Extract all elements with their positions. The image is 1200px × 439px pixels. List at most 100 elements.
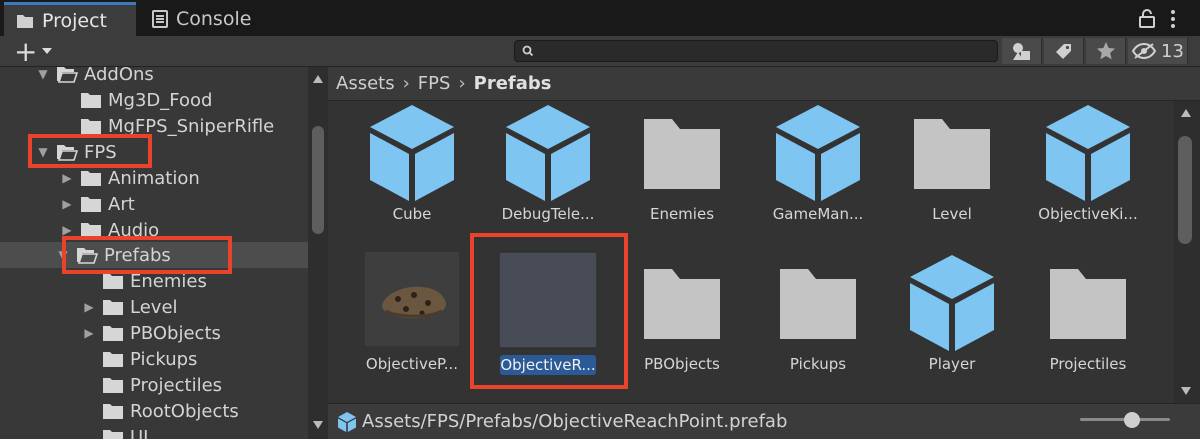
asset-label: DebugTele...: [501, 205, 595, 223]
tree-item-fps[interactable]: ▼ FPS: [0, 139, 308, 165]
tree-item-label: Pickups: [130, 348, 198, 370]
collapsed-arrow-icon[interactable]: ▶: [82, 326, 96, 340]
asset-label: GameMan...: [772, 205, 864, 223]
tree-scrollbar[interactable]: [308, 67, 328, 439]
prefab-icon: [338, 411, 356, 432]
tag-icon: [1055, 44, 1071, 59]
scroll-up-arrow-icon[interactable]: [1180, 108, 1192, 118]
folder-icon: [103, 378, 123, 393]
tab-console[interactable]: Console: [148, 2, 251, 36]
add-button[interactable]: +: [14, 34, 53, 68]
folder-icon: [103, 352, 123, 367]
folder-icon: [81, 93, 101, 108]
tree-item-projectiles[interactable]: Projectiles: [0, 372, 308, 398]
asset-label: Projectiles: [1049, 355, 1127, 373]
folder-icon: [81, 119, 101, 134]
add-button-label: +: [14, 34, 38, 68]
tree-item-label: Audio: [108, 219, 160, 241]
asset-label: Enemies: [649, 205, 715, 223]
scroll-down-arrow-icon[interactable]: [312, 420, 324, 430]
tree-item-level[interactable]: ▶ Level: [0, 294, 308, 320]
breadcrumb-assets[interactable]: Assets: [336, 73, 395, 94]
lock-icon[interactable]: [1138, 8, 1156, 28]
tab-project[interactable]: Project: [4, 2, 136, 36]
expanded-arrow-icon[interactable]: ▼: [36, 145, 50, 159]
tree-item-enemies[interactable]: Enemies: [0, 268, 308, 294]
favorites-button[interactable]: [1086, 38, 1126, 64]
kebab-menu-icon[interactable]: [1168, 8, 1178, 30]
model-preview-thumbnail: [498, 251, 598, 349]
collapsed-arrow-icon[interactable]: ▶: [82, 300, 96, 314]
tree-item-animation[interactable]: ▶ Animation: [0, 165, 308, 191]
search-field[interactable]: [514, 40, 998, 62]
folder-icon: [1050, 269, 1126, 339]
expanded-arrow-icon[interactable]: ▼: [56, 248, 70, 262]
search-by-label-button[interactable]: [1044, 38, 1084, 64]
collapsed-arrow-icon[interactable]: ▶: [60, 197, 74, 211]
breadcrumb-separator-icon: ›: [458, 73, 466, 94]
hidden-count: 13: [1161, 40, 1184, 62]
asset-label: ObjectiveP...: [365, 355, 459, 373]
tree-item-ui[interactable]: UI: [0, 424, 308, 439]
tree-item-pbobjects[interactable]: ▶ PBObjects: [0, 320, 308, 346]
tree-scrollbar-thumb[interactable]: [312, 126, 324, 234]
folder-icon: [644, 119, 720, 189]
tree-item-label: Prefabs: [104, 244, 171, 266]
open-folder-icon: [57, 145, 78, 161]
grid-scrollbar-thumb[interactable]: [1178, 136, 1192, 244]
expanded-arrow-icon[interactable]: ▼: [36, 67, 50, 81]
tree-item-label: MgFPS_SniperRifle: [108, 115, 275, 137]
scroll-up-arrow-icon[interactable]: [312, 74, 324, 84]
icon-size-slider-thumb[interactable]: [1124, 412, 1140, 428]
breadcrumb-fps[interactable]: FPS: [418, 73, 451, 94]
asset-label-selected: ObjectiveR...: [500, 355, 596, 375]
collapsed-arrow-icon[interactable]: ▶: [60, 171, 74, 185]
folder-icon: [780, 269, 856, 339]
breadcrumb: Assets › FPS › Prefabs: [328, 67, 1200, 101]
asset-label: ObjectiveKi...: [1038, 205, 1138, 223]
asset-label: Cube: [392, 205, 432, 223]
folder-icon: [644, 269, 720, 339]
tree-item-label: Mg3D_Food: [108, 89, 213, 111]
console-icon: [152, 10, 168, 28]
folder-icon: [103, 326, 123, 341]
collapsed-arrow-icon[interactable]: ▶: [60, 223, 74, 237]
folder-icon: [17, 14, 33, 28]
star-icon: [1096, 42, 1115, 60]
folder-tree: ▼ AddOns Mg3D_Food MgFPS_SniperRifle ▼ F…: [0, 67, 308, 439]
hidden-packages-button[interactable]: 13: [1128, 38, 1188, 64]
folder-icon: [81, 171, 101, 186]
tree-item-prefabs[interactable]: ▼ Prefabs: [0, 242, 308, 268]
tree-item-label: Art: [108, 193, 135, 215]
eye-slash-icon: [1131, 42, 1157, 60]
tree-item-label: Enemies: [130, 270, 207, 292]
folder-icon: [81, 223, 101, 238]
breadcrumb-prefabs[interactable]: Prefabs: [474, 73, 552, 94]
folder-icon: [103, 430, 123, 439]
scroll-down-arrow-icon[interactable]: [1180, 386, 1192, 396]
selected-asset-path: Assets/FPS/Prefabs/ObjectiveReachPoint.p…: [362, 411, 788, 432]
folder-icon: [81, 197, 101, 212]
search-input[interactable]: [537, 42, 991, 62]
tree-item-label: Level: [130, 296, 178, 318]
tree-item-mg3d-food[interactable]: Mg3D_Food: [0, 87, 308, 113]
prefab-icon: [1046, 105, 1130, 201]
asset-label: PBObjects: [644, 355, 720, 373]
folder-icon: [103, 300, 123, 315]
folder-icon: [103, 404, 123, 419]
chevron-down-icon: [42, 48, 53, 54]
search-by-type-button[interactable]: [1002, 38, 1042, 64]
tree-item-label: Animation: [108, 167, 200, 189]
tree-item-label: UI: [130, 426, 149, 439]
tree-item-label: RootObjects: [130, 400, 239, 422]
tree-item-pickups[interactable]: Pickups: [0, 346, 308, 372]
tree-item-rootobjects[interactable]: RootObjects: [0, 398, 308, 424]
tab-console-label: Console: [176, 8, 252, 30]
tree-item-art[interactable]: ▶ Art: [0, 191, 308, 217]
tree-item-mgfps-sniperrifle[interactable]: MgFPS_SniperRifle: [0, 113, 308, 139]
model-preview-thumbnail: [364, 251, 460, 347]
asset-label: Pickups: [789, 355, 847, 373]
tree-item-audio[interactable]: ▶ Audio: [0, 217, 308, 243]
prefab-icon: [370, 105, 454, 201]
tree-item-addons[interactable]: ▼ AddOns: [0, 67, 308, 87]
